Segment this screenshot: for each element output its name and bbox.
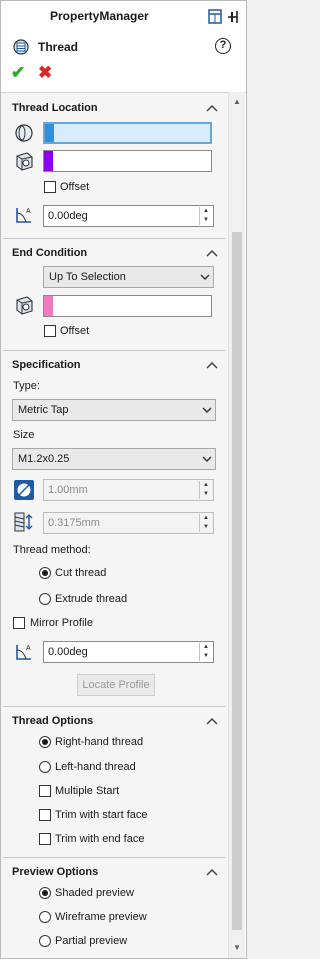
thread-type-value: Metric Tap: [18, 404, 69, 416]
section-divider: [3, 706, 225, 707]
extrude-thread-label: Extrude thread: [55, 593, 128, 605]
collapse-chevron-icon[interactable]: [206, 868, 218, 876]
pitch-icon: [14, 512, 33, 532]
end-condition-dropdown[interactable]: Up To Selection: [43, 266, 214, 288]
partial-preview-label: Partial preview: [55, 935, 128, 947]
chevron-down-icon: [200, 274, 210, 280]
thread-type-dropdown[interactable]: Metric Tap: [12, 399, 216, 421]
profile-angle-spin-arrows[interactable]: ▲ ▼: [199, 643, 212, 661]
thread-edge-selection-box[interactable]: [43, 122, 212, 144]
feature-title: Thread: [38, 40, 79, 54]
pitch-spin-arrows[interactable]: ▲ ▼: [199, 514, 212, 532]
edge-selection-icon: [15, 124, 33, 142]
collapse-chevron-icon[interactable]: [206, 361, 218, 369]
thread-feature-icon: [13, 39, 29, 55]
thread-face-selection-box[interactable]: [43, 150, 212, 172]
partial-preview-radio[interactable]: [39, 935, 51, 947]
thread-size-dropdown[interactable]: M1.2x0.25: [12, 448, 216, 470]
pitch-value: 0.3175mm: [48, 517, 100, 529]
svg-text:A: A: [26, 208, 31, 215]
vertical-scrollbar[interactable]: ▲ ▼: [228, 92, 245, 958]
wireframe-preview-label: Wireframe preview: [55, 911, 147, 923]
face-selection-icon: [16, 296, 33, 315]
cancel-x-icon[interactable]: ✖: [38, 63, 52, 83]
right-hand-thread-radio[interactable]: [39, 736, 51, 748]
end-selection-color-strip: [44, 296, 53, 316]
left-hand-thread-label: Left-hand thread: [55, 761, 136, 773]
help-icon[interactable]: ?: [215, 38, 231, 54]
svg-text:A: A: [26, 645, 31, 652]
angle-icon: A: [16, 208, 31, 223]
size-label: Size: [13, 429, 35, 441]
mirror-profile-label: Mirror Profile: [30, 617, 93, 629]
shaded-preview-radio[interactable]: [39, 887, 51, 899]
diameter-icon: [14, 480, 34, 500]
location-angle-spin-arrows[interactable]: ▲ ▼: [199, 207, 212, 225]
trim-end-face-checkbox[interactable]: [39, 833, 51, 845]
diameter-value: 1.00mm: [48, 484, 88, 496]
shaded-preview-label: Shaded preview: [55, 887, 134, 899]
collapse-chevron-icon[interactable]: [206, 717, 218, 725]
face-color-strip: [44, 151, 53, 171]
location-angle-spinbox[interactable]: 0.00deg ▲ ▼: [43, 205, 214, 227]
section-divider: [3, 238, 225, 239]
locate-profile-button[interactable]: Locate Profile: [77, 674, 155, 696]
cut-thread-radio[interactable]: [39, 567, 51, 579]
angle-icon: A: [16, 645, 31, 660]
extrude-thread-radio[interactable]: [39, 593, 51, 605]
face-selection-icon: [16, 152, 33, 171]
header-divider: [1, 92, 246, 93]
thread-options-title: Thread Options: [12, 715, 94, 727]
scroll-up-arrow-icon[interactable]: ▲: [229, 94, 245, 110]
location-angle-value: 0.00deg: [48, 210, 88, 222]
thread-size-value: M1.2x0.25: [18, 453, 70, 465]
chevron-down-icon: [202, 407, 212, 413]
chevron-down-icon: [202, 456, 212, 462]
cut-thread-label: Cut thread: [55, 567, 107, 579]
thread-method-label: Thread method:: [13, 544, 91, 556]
section-divider: [3, 857, 225, 858]
diameter-spinbox[interactable]: 1.00mm ▲ ▼: [43, 479, 214, 501]
end-offset-checkbox[interactable]: [44, 325, 56, 337]
multiple-start-label: Multiple Start: [55, 785, 120, 797]
trim-start-face-checkbox[interactable]: [39, 809, 51, 821]
thread-location-title: Thread Location: [12, 102, 98, 114]
edge-color-strip: [45, 124, 54, 142]
trim-end-face-label: Trim with end face: [55, 833, 145, 845]
pin-icon[interactable]: [208, 8, 240, 26]
right-hand-thread-label: Right-hand thread: [55, 736, 144, 748]
location-offset-label: Offset: [60, 181, 90, 193]
profile-angle-value: 0.00deg: [48, 646, 88, 658]
preview-options-title: Preview Options: [12, 866, 99, 878]
type-label: Type:: [13, 380, 40, 392]
trim-start-face-label: Trim with start face: [55, 809, 148, 821]
end-condition-value: Up To Selection: [49, 271, 126, 283]
mirror-profile-checkbox[interactable]: [13, 617, 25, 629]
multiple-start-checkbox[interactable]: [39, 785, 51, 797]
left-hand-thread-radio[interactable]: [39, 761, 51, 773]
end-offset-label: Offset: [60, 325, 90, 337]
end-condition-title: End Condition: [12, 247, 88, 259]
end-condition-selection-box[interactable]: [43, 295, 212, 317]
property-manager-title: PropertyManager: [50, 9, 149, 23]
ok-checkmark-icon[interactable]: ✔: [11, 63, 25, 83]
scrollbar-thumb[interactable]: [232, 232, 242, 930]
collapse-chevron-icon[interactable]: [206, 249, 218, 257]
pitch-spinbox[interactable]: 0.3175mm ▲ ▼: [43, 512, 214, 534]
profile-angle-spinbox[interactable]: 0.00deg ▲ ▼: [43, 641, 214, 663]
location-offset-checkbox[interactable]: [44, 181, 56, 193]
diameter-spin-arrows[interactable]: ▲ ▼: [199, 481, 212, 499]
scroll-down-arrow-icon[interactable]: ▼: [229, 940, 245, 956]
section-divider: [3, 350, 225, 351]
wireframe-preview-radio[interactable]: [39, 911, 51, 923]
collapse-chevron-icon[interactable]: [206, 104, 218, 112]
specification-title: Specification: [12, 359, 81, 371]
